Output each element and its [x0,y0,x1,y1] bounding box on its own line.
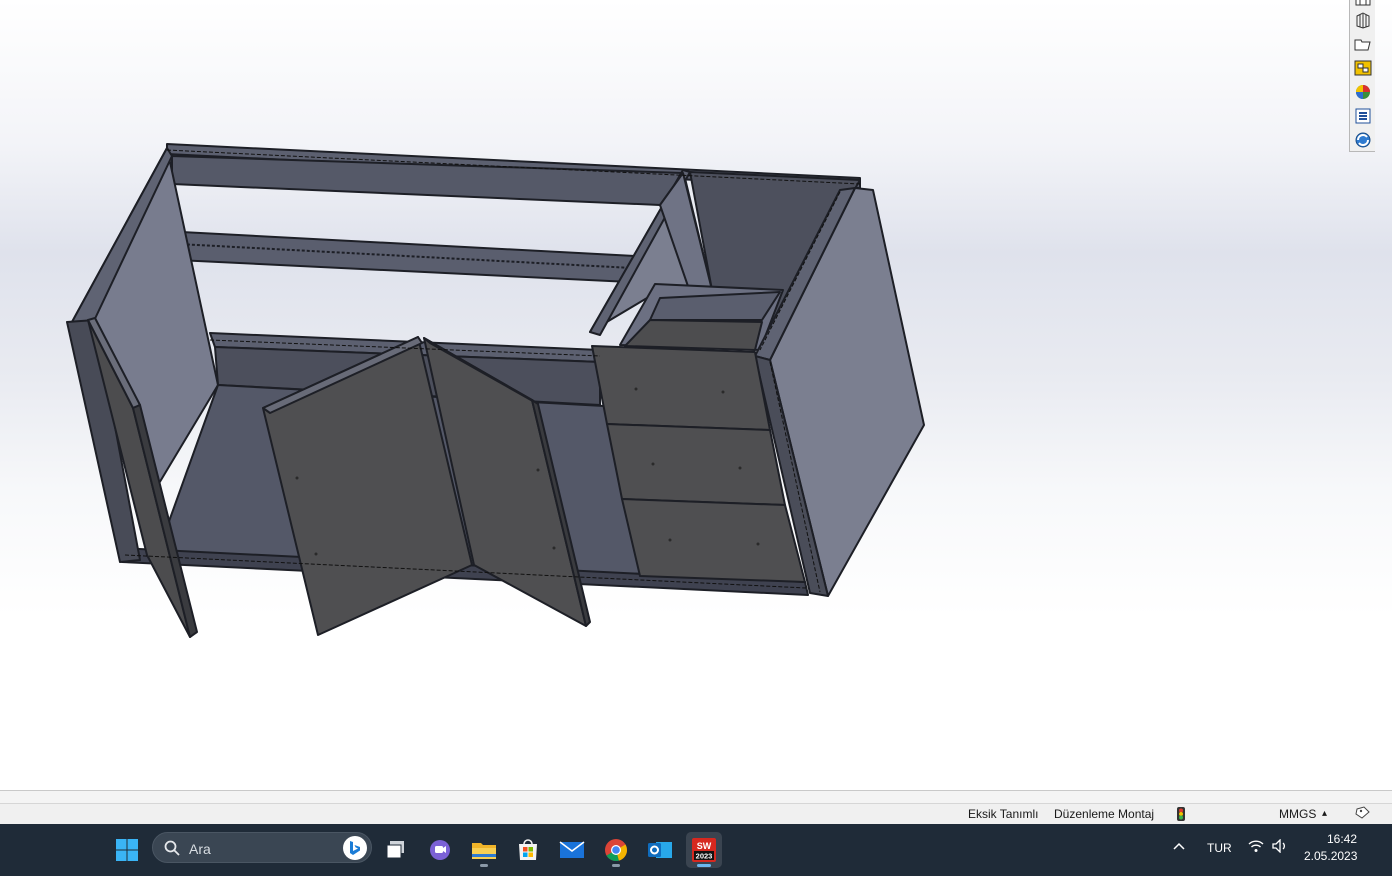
help-tags-icon[interactable] [1355,806,1371,823]
view-palette-icon[interactable] [1352,57,1374,79]
input-language-indicator[interactable]: TUR [1207,841,1232,855]
teams-chat-button[interactable] [422,832,458,868]
task-pane-tabs [1349,0,1375,152]
unit-system-selector[interactable]: MMGS [1279,807,1316,821]
solidworks-badge-top: SW [697,841,712,851]
outlook-button[interactable] [642,832,678,868]
traffic-light-icon[interactable] [1177,807,1185,824]
file-explorer-button[interactable] [466,832,502,868]
speaker-icon[interactable] [1272,838,1288,856]
solidworks-forum-icon[interactable] [1352,129,1374,151]
design-library-icon[interactable] [1352,9,1374,31]
bing-icon[interactable] [343,836,367,860]
horizontal-scrollbar[interactable] [0,790,1392,804]
clock-date[interactable]: 2.05.2023 [1304,849,1357,863]
running-indicator [612,864,620,867]
drawer-front-2 [606,423,786,506]
taskbar-search-box[interactable]: Ara [152,832,372,863]
screw-hole [552,546,556,550]
screw-hole [721,390,725,394]
file-explorer-icon[interactable] [1352,33,1374,55]
screw-hole [634,387,638,391]
screw-hole [738,466,742,470]
active-indicator [697,864,711,867]
cabinet-assembly-model[interactable] [0,0,1392,790]
status-bar: Eksik Tanımlı Düzenleme Montaj MMGS ▴ [0,804,1392,824]
editing-mode-label: Düzenleme Montaj [1054,807,1155,821]
chrome-button[interactable] [598,832,634,868]
screw-hole [756,542,760,546]
store-icon [519,839,537,860]
microsoft-store-button[interactable] [510,832,546,868]
clock-time[interactable]: 16:42 [1327,832,1357,846]
appearances-icon[interactable] [1352,81,1374,103]
start-button[interactable] [109,832,145,868]
chrome-icon [605,839,627,862]
custom-properties-icon[interactable] [1352,105,1374,127]
chevron-up-icon[interactable] [1173,838,1185,854]
drawer-front-1 [591,345,771,431]
solidworks-icon: SW 2023 [692,838,716,862]
wifi-icon[interactable] [1248,839,1264,856]
windows-logo-icon [116,839,138,861]
screw-hole [668,538,672,542]
chevron-up-icon[interactable]: ▴ [1322,808,1327,819]
screw-hole [536,468,540,472]
windows-taskbar: Ara SW 2023 TUR 16:42 2.05.2023 [0,824,1392,876]
task-view-icon [386,841,404,859]
screw-hole [314,552,318,556]
solidworks-badge-year: 2023 [696,852,713,861]
screw-hole [651,462,655,466]
graphics-area[interactable] [0,0,1392,790]
task-view-button[interactable] [378,832,414,868]
mail-icon [559,841,585,858]
drawer-front-3 [621,498,806,583]
teams-icon [430,840,450,860]
folder-icon [472,843,496,859]
solidworks-button[interactable]: SW 2023 [686,832,722,868]
drawer-box-bottom [624,319,763,351]
running-indicator [480,864,488,867]
search-icon [164,840,180,856]
screw-hole [295,476,299,480]
definition-state-label: Eksik Tanımlı [968,807,1039,821]
search-placeholder: Ara [189,841,211,857]
outlook-icon [648,842,672,858]
mail-button[interactable] [554,832,590,868]
